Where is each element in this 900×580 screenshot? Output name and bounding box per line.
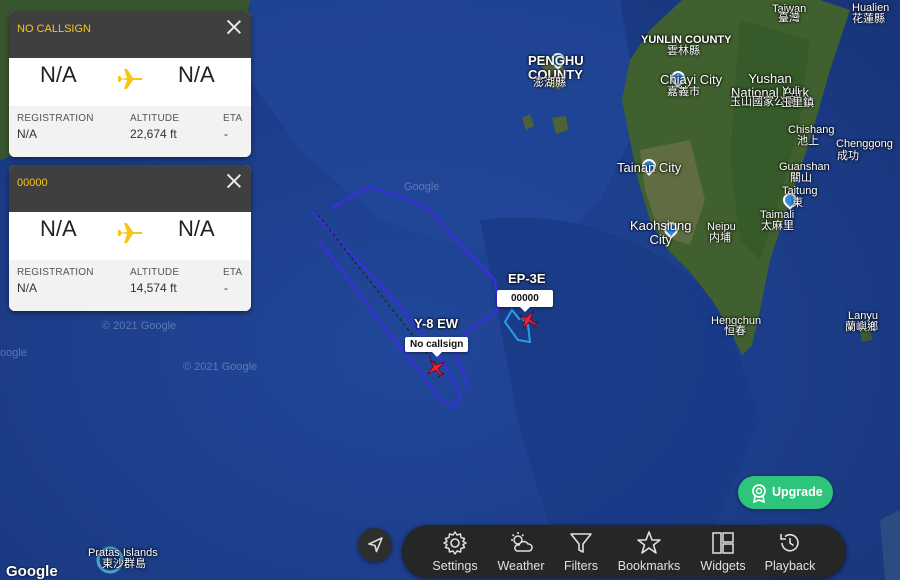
locate-button[interactable] — [358, 528, 392, 562]
ep3e-aircraft-icon[interactable] — [517, 309, 539, 331]
altitude-label: ALTITUDE — [130, 267, 180, 278]
playback-button[interactable]: Playback — [757, 530, 823, 574]
yuli-zh-label: 玉里鎮 — [781, 97, 814, 109]
card-header: NO CALLSIGN — [9, 11, 251, 58]
filter-icon — [570, 533, 592, 553]
widgets-button[interactable]: Widgets — [690, 530, 756, 574]
taimali-zh-label: 太麻里 — [761, 220, 794, 232]
card-route: N/A N/A — [9, 212, 251, 260]
y8-aircraft-icon[interactable] — [425, 357, 447, 379]
widgets-icon — [712, 532, 734, 554]
guanshan-zh-label: 關山 — [790, 172, 812, 184]
hualien-zh-label: 花蓮縣 — [852, 13, 885, 25]
bottom-toolbar: Settings Weather Filters Bookmarks Widge… — [402, 525, 846, 578]
card-stats: REGISTRATION N/A ALTITUDE 14,574 ft ETA … — [9, 260, 251, 311]
origin-code: N/A — [40, 216, 77, 241]
altitude-value: 22,674 ft — [130, 127, 177, 141]
edge-shoal — [880, 510, 900, 580]
star-icon — [637, 531, 661, 554]
yuli-label: Yuli — [782, 85, 800, 97]
widgets-label: Widgets — [700, 559, 746, 573]
ep3e-type-label: EP-3E — [508, 271, 546, 286]
gear-icon — [443, 531, 467, 555]
weather-button[interactable]: Weather — [488, 530, 554, 574]
hengchun-zh-label: 恒春 — [724, 325, 746, 337]
y8-callsign-tag[interactable]: No callsign — [405, 337, 469, 357]
shallow-shelf — [250, 0, 640, 250]
chiayi-label: Chiayi City — [660, 72, 723, 87]
destination-code: N/A — [178, 62, 215, 87]
registration-label: REGISTRATION — [17, 113, 94, 124]
settings-label: Settings — [432, 559, 478, 573]
history-icon — [780, 533, 799, 552]
card-route: N/A N/A — [9, 58, 251, 106]
tainan-label: Tainan City — [617, 160, 682, 175]
upgrade-button[interactable]: Upgrade — [738, 476, 833, 509]
eta-value: - — [224, 281, 228, 295]
playback-label: Playback — [764, 559, 816, 573]
flight-info-card-2[interactable]: 00000 N/A N/A REGISTRATION N/A ALTITUDE … — [9, 165, 251, 311]
neipu-zh-label: 内埔 — [709, 232, 731, 244]
taiwan-zh-label: 臺灣 — [778, 12, 800, 24]
yunlin-zh-label: 雲林縣 — [667, 45, 700, 57]
destination-code: N/A — [178, 216, 215, 241]
lanyu-zh-label: 蘭嶼鄉 — [845, 321, 878, 333]
copyright-watermark-2: © 2021 Google — [183, 361, 258, 373]
bookmarks-button[interactable]: Bookmarks — [616, 530, 682, 574]
filters-button[interactable]: Filters — [548, 530, 614, 574]
altitude-label: ALTITUDE — [130, 113, 180, 124]
weather-icon — [511, 532, 533, 552]
taitung-zh-label: 東 — [792, 197, 803, 209]
taitung-label: Taitung — [782, 185, 818, 197]
google-watermark: Google — [404, 181, 440, 193]
card-callsign: NO CALLSIGN — [17, 23, 91, 35]
airplane-icon — [115, 63, 147, 95]
copyright-watermark: © 2021 Google — [102, 320, 177, 332]
google-watermark-partial: oogle — [0, 347, 27, 359]
eta-label: ETA — [223, 267, 243, 278]
registration-value: N/A — [17, 281, 38, 295]
altitude-value: 14,574 ft — [130, 281, 177, 295]
kaohsiung-label: Kaohsiung City — [630, 218, 692, 247]
airplane-icon — [115, 217, 147, 249]
chiayi-zh-label: 嘉義市 — [667, 86, 700, 98]
flight-info-card-1[interactable]: NO CALLSIGN N/A N/A REGISTRATION N/A ALT… — [9, 11, 251, 157]
card-stats: REGISTRATION N/A ALTITUDE 22,674 ft ETA … — [9, 106, 251, 157]
y8-type-label: Y-8 EW — [414, 316, 459, 331]
upgrade-label: Upgrade — [772, 485, 823, 499]
close-icon[interactable] — [226, 19, 242, 35]
filters-label: Filters — [563, 559, 599, 573]
chishang-zh-label: 池上 — [797, 135, 819, 147]
chenggong-zh-label: 成功 — [837, 150, 859, 162]
location-arrow-icon — [368, 537, 383, 553]
ep3e-callsign-tag[interactable]: 00000 — [497, 290, 553, 312]
card-header: 00000 — [9, 165, 251, 212]
weather-label: Weather — [497, 559, 545, 573]
settings-button[interactable]: Settings — [422, 530, 488, 574]
card-callsign: 00000 — [17, 177, 48, 189]
eta-value: - — [224, 127, 228, 141]
eta-label: ETA — [223, 113, 243, 124]
registration-label: REGISTRATION — [17, 267, 94, 278]
origin-code: N/A — [40, 62, 77, 87]
chenggong-label: Chenggong — [836, 138, 893, 150]
badge-icon — [752, 484, 766, 503]
pratas-zh-label: 東沙群島 — [102, 558, 146, 570]
registration-value: N/A — [17, 127, 38, 141]
bookmarks-label: Bookmarks — [617, 559, 681, 573]
close-icon[interactable] — [226, 173, 242, 189]
penghu-zh-label: 澎湖縣 — [533, 77, 566, 89]
google-logo: Google — [6, 563, 58, 580]
